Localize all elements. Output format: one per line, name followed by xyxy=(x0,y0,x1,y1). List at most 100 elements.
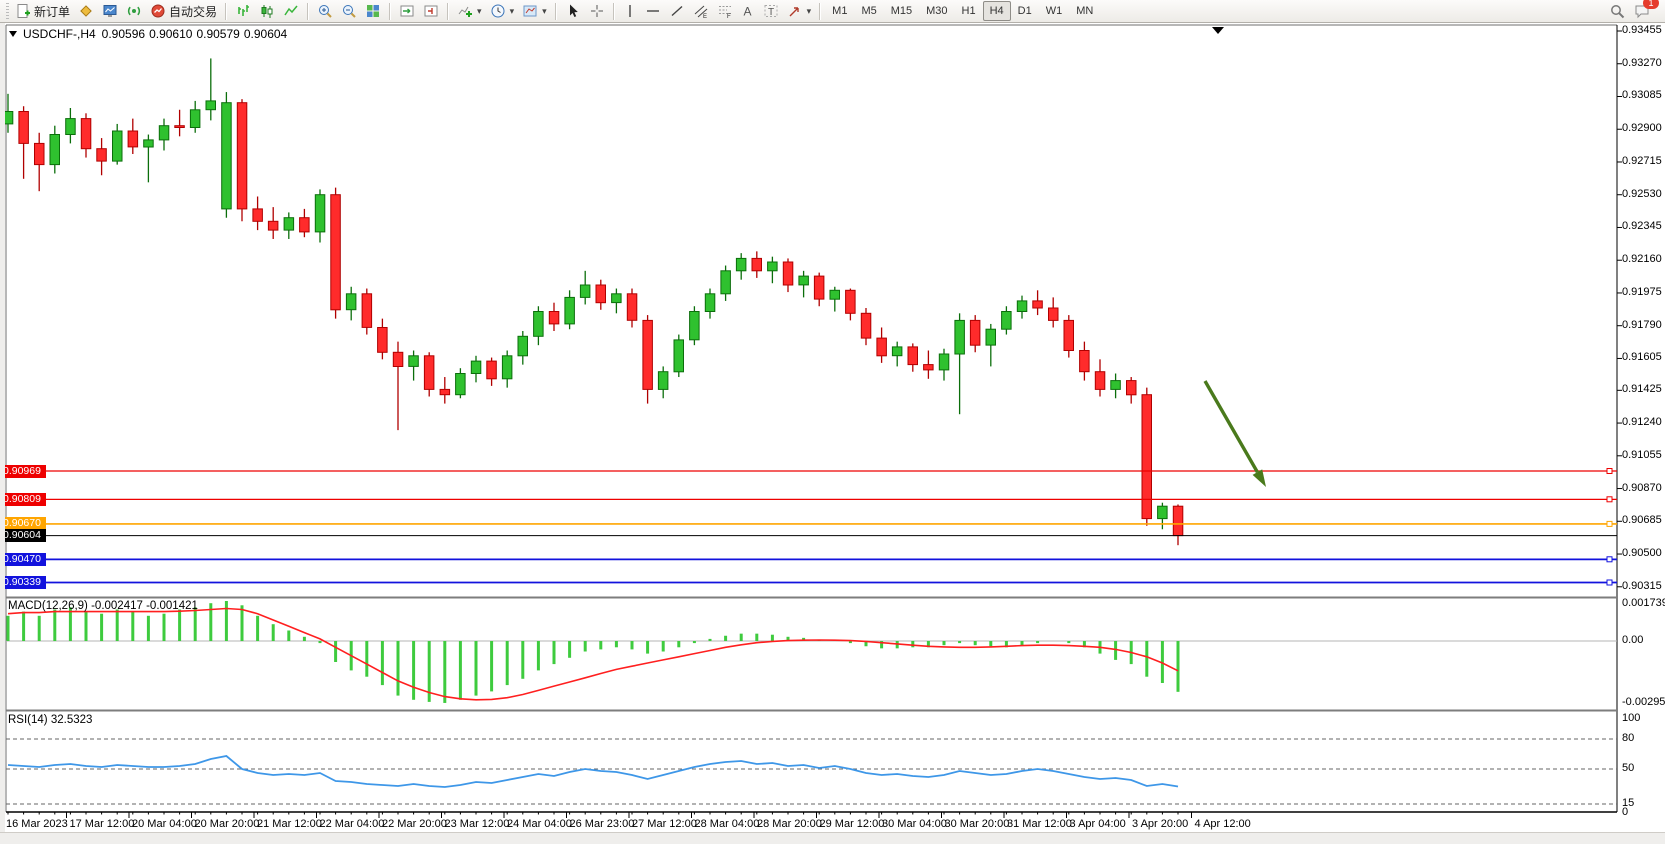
mt4-window: 新订单 自动交易 xyxy=(0,0,1665,844)
candle xyxy=(346,294,356,310)
candle xyxy=(144,140,154,147)
candle xyxy=(1127,381,1137,395)
crosshair-icon xyxy=(589,3,605,19)
chart-context-arrow-icon[interactable] xyxy=(9,31,17,37)
horizontal-line-button[interactable] xyxy=(641,0,665,22)
candle xyxy=(1049,308,1059,320)
candle xyxy=(1002,312,1012,330)
macd-signal-line xyxy=(8,609,1178,700)
cursor-button[interactable] xyxy=(561,0,585,22)
candle xyxy=(877,338,887,356)
zoom-in-button[interactable] xyxy=(313,0,337,22)
clock-icon xyxy=(490,3,506,19)
signals-icon xyxy=(126,3,142,19)
autotrading-button[interactable]: 自动交易 xyxy=(146,0,221,22)
candle xyxy=(331,195,341,310)
level-line-handle[interactable] xyxy=(1607,469,1612,474)
timeframe-button-h4[interactable]: H4 xyxy=(983,1,1011,21)
candle xyxy=(970,320,980,345)
level-line-handle[interactable] xyxy=(1607,521,1612,526)
timeframe-button-m1[interactable]: M1 xyxy=(825,1,854,21)
fibonacci-button[interactable]: F xyxy=(713,0,737,22)
zoom-out-icon xyxy=(341,3,357,19)
trendline-icon xyxy=(669,3,685,19)
level-line-handle[interactable] xyxy=(1607,557,1612,562)
crosshair-button[interactable] xyxy=(585,0,609,22)
metaeditor-button[interactable] xyxy=(74,0,98,22)
bar-chart-button[interactable] xyxy=(231,0,255,22)
signals-button[interactable] xyxy=(122,0,146,22)
templates-button[interactable]: ▾ xyxy=(518,0,551,22)
text-label-button[interactable]: T xyxy=(759,0,783,22)
equidistant-channel-button[interactable]: E xyxy=(689,0,713,22)
level-line-handle[interactable] xyxy=(12,497,17,502)
level-line-handle[interactable] xyxy=(12,557,17,562)
pane-divider[interactable] xyxy=(6,710,1617,712)
text-button[interactable]: A xyxy=(737,0,759,22)
level-line-handle[interactable] xyxy=(12,521,17,526)
candle xyxy=(674,340,684,372)
timeframe-button-h1[interactable]: H1 xyxy=(955,1,983,21)
level-line-handle[interactable] xyxy=(1607,580,1612,585)
text-icon: A xyxy=(741,3,755,19)
candle xyxy=(939,354,949,370)
candle xyxy=(206,101,216,110)
indicators-button[interactable]: ▾ xyxy=(453,0,486,22)
chart-shift-button[interactable] xyxy=(419,0,443,22)
candle xyxy=(471,361,481,373)
candle xyxy=(580,285,590,297)
notifications-button[interactable]: 1 xyxy=(1630,0,1655,22)
candle xyxy=(830,290,840,299)
macd-label: MACD(12,26,9) -0.002417 -0.001421 xyxy=(8,600,198,612)
metaeditor-icon xyxy=(78,3,94,19)
periods-button[interactable]: ▾ xyxy=(486,0,519,22)
new-order-button[interactable]: 新订单 xyxy=(11,0,74,22)
timeframe-button-w1[interactable]: W1 xyxy=(1039,1,1070,21)
candle xyxy=(393,352,403,366)
candle xyxy=(284,218,294,230)
tile-windows-button[interactable] xyxy=(361,0,385,22)
search-button[interactable] xyxy=(1605,0,1630,22)
candle xyxy=(50,135,60,165)
candle xyxy=(783,262,793,285)
chart-shift-marker[interactable] xyxy=(1212,27,1224,34)
auto-scroll-button[interactable] xyxy=(395,0,419,22)
chart-canvas[interactable] xyxy=(0,0,1665,844)
candle xyxy=(627,294,637,321)
trendline-button[interactable] xyxy=(665,0,689,22)
candle xyxy=(1158,506,1168,518)
macd-main-value: -0.002417 xyxy=(91,600,143,612)
timeframe-button-m30[interactable]: M30 xyxy=(919,1,954,21)
arrows-button[interactable]: ▾ xyxy=(783,0,816,22)
candle xyxy=(35,143,45,164)
svg-text:E: E xyxy=(703,14,707,19)
vertical-line-button[interactable] xyxy=(619,0,641,22)
timeframe-button-m5[interactable]: M5 xyxy=(854,1,883,21)
pane-divider[interactable] xyxy=(6,597,1617,599)
candle xyxy=(268,221,278,230)
main-toolbar: 新订单 自动交易 xyxy=(0,0,1665,23)
level-line-handle[interactable] xyxy=(1607,497,1612,502)
zoom-in-icon xyxy=(317,3,333,19)
strategy-tester-button[interactable] xyxy=(98,0,122,22)
candlestick-chart-button[interactable] xyxy=(255,0,279,22)
rsi-label: RSI(14) 32.5323 xyxy=(8,714,92,726)
candle xyxy=(456,374,466,395)
line-chart-button[interactable] xyxy=(279,0,303,22)
timeframe-bar: M1M5M15M30H1H4D1W1MN xyxy=(825,1,1100,21)
svg-text:F: F xyxy=(727,14,731,19)
timeframe-button-d1[interactable]: D1 xyxy=(1011,1,1039,21)
svg-text:A: A xyxy=(743,5,751,19)
zoom-out-button[interactable] xyxy=(337,0,361,22)
candle xyxy=(1095,372,1105,390)
candle xyxy=(409,356,419,367)
candle xyxy=(1064,320,1074,350)
candle xyxy=(1173,506,1183,535)
candle xyxy=(237,103,247,209)
level-line-handle[interactable] xyxy=(12,580,17,585)
level-line-handle[interactable] xyxy=(12,469,17,474)
candle xyxy=(565,297,575,324)
timeframe-button-m15[interactable]: M15 xyxy=(884,1,919,21)
timeframe-button-mn[interactable]: MN xyxy=(1069,1,1100,21)
candle xyxy=(19,112,29,144)
